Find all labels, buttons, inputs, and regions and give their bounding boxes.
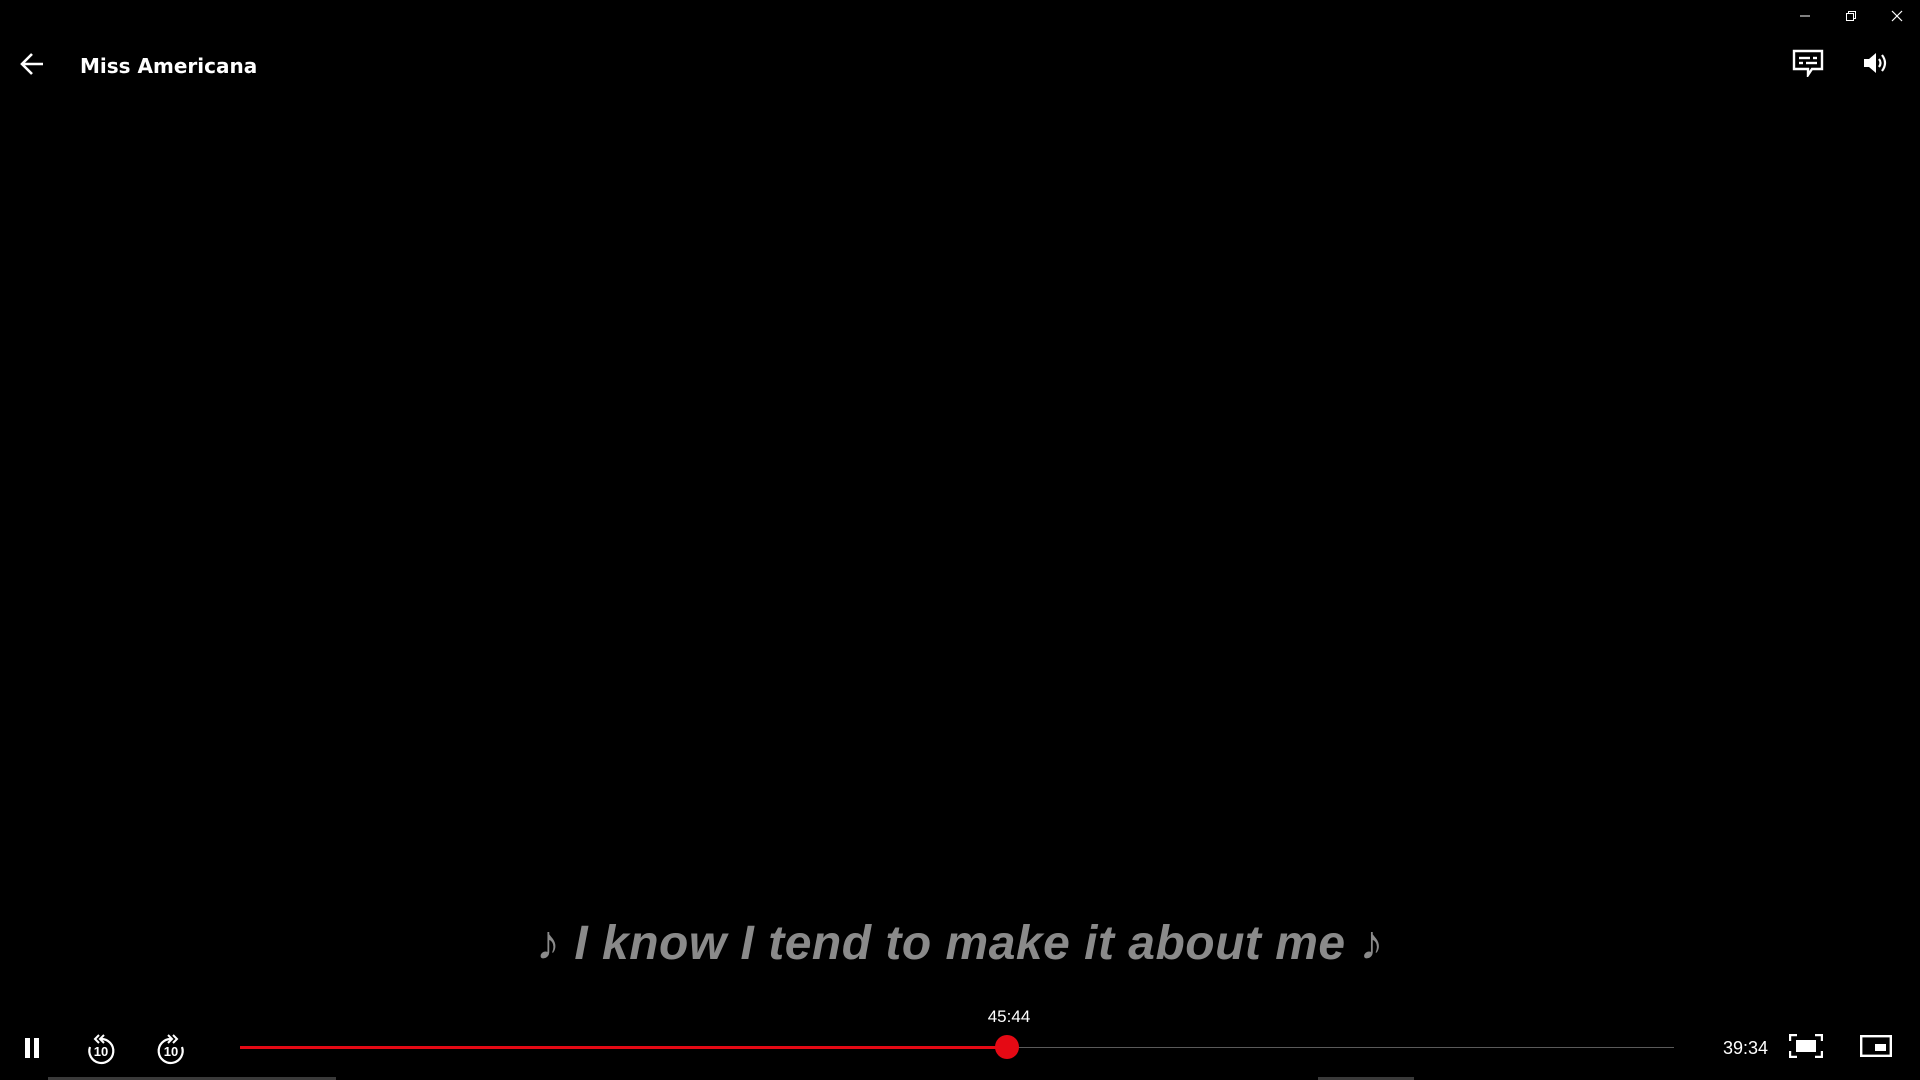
arrow-left-icon (19, 52, 45, 81)
top-right-controls (1784, 46, 1920, 84)
close-icon (1891, 10, 1903, 22)
picture-in-picture-icon (1860, 1034, 1893, 1062)
restore-button[interactable] (1828, 0, 1874, 32)
fullscreen-icon (1788, 1033, 1824, 1063)
seek-bar[interactable] (240, 1035, 1674, 1059)
rewind-seconds-label: 10 (93, 1044, 109, 1059)
restore-icon (1845, 10, 1857, 22)
rewind-10-button[interactable]: 10 (83, 1032, 119, 1068)
volume-icon (1862, 50, 1890, 81)
minimize-button[interactable] (1782, 0, 1828, 32)
minimize-icon (1799, 10, 1811, 22)
forward-10-icon: 10 (155, 1034, 187, 1066)
fullscreen-button[interactable] (1786, 1030, 1826, 1066)
video-title: Miss Americana (80, 54, 258, 78)
playback-controls: 10 10 (0, 1020, 1920, 1080)
seek-thumb[interactable] (995, 1035, 1019, 1059)
picture-in-picture-button[interactable] (1856, 1030, 1896, 1066)
back-button[interactable] (16, 50, 48, 82)
time-remaining: 39:34 (1722, 1038, 1768, 1058)
pause-button[interactable] (14, 1032, 50, 1068)
video-player-window: Miss Americana ♪ I know I tend to make i… (0, 0, 1920, 1080)
close-button[interactable] (1874, 0, 1920, 32)
rewind-10-icon: 10 (85, 1034, 117, 1066)
subtitles-icon (1792, 49, 1824, 82)
pause-icon (23, 1037, 41, 1064)
subtitles-button[interactable] (1784, 46, 1832, 84)
seek-hover-time: 45:44 (987, 1007, 1031, 1026)
volume-button[interactable] (1852, 46, 1900, 84)
forward-10-button[interactable]: 10 (153, 1032, 189, 1068)
subtitle-caption: ♪ I know I tend to make it about me ♪ (536, 917, 1384, 970)
forward-seconds-label: 10 (163, 1044, 179, 1059)
window-caption-controls (1782, 0, 1920, 32)
seek-progress (240, 1046, 1007, 1049)
